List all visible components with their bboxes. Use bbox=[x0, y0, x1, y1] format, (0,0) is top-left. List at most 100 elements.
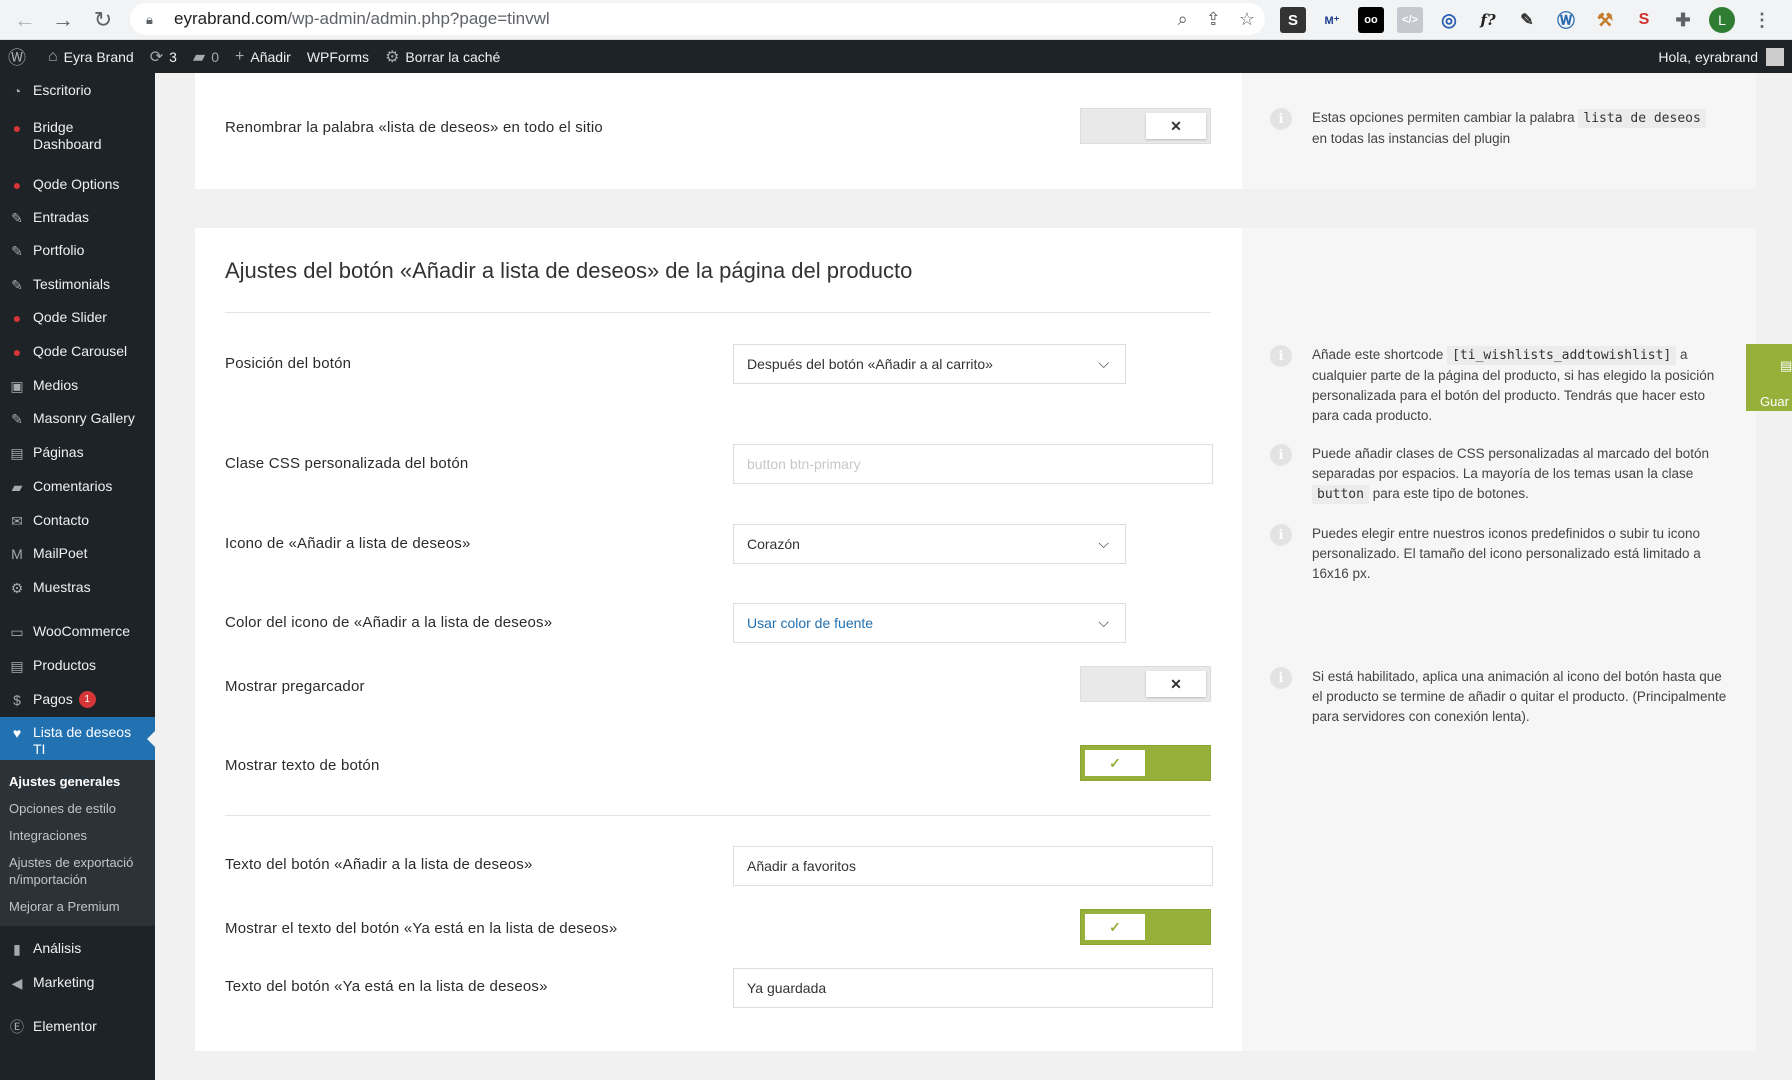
section-title: Ajustes del botón «Añadir a lista de des… bbox=[225, 258, 913, 283]
kebab-menu-icon[interactable]: ⋮ bbox=[1749, 7, 1775, 33]
bookmark-star-icon[interactable]: ☆ bbox=[1239, 9, 1255, 30]
position-label: Posición del botón bbox=[225, 355, 352, 372]
menu-escritorio[interactable]: ◔ Escritorio bbox=[0, 82, 155, 106]
menu-muestras[interactable]: ⚙ Muestras bbox=[0, 571, 155, 605]
updates-link[interactable]: ⟳ 3 bbox=[142, 40, 185, 73]
rename-toggle[interactable]: ✕ bbox=[1080, 108, 1211, 144]
cache-label: Borrar la caché bbox=[405, 48, 501, 65]
extension-oo-icon[interactable]: oo bbox=[1358, 7, 1384, 33]
share-icon[interactable]: ⇪ bbox=[1206, 9, 1221, 30]
menu-label: Páginas bbox=[33, 444, 84, 460]
forward-icon[interactable]: → bbox=[44, 1, 82, 39]
extension-m-icon[interactable]: M⁺ bbox=[1319, 7, 1345, 33]
submenu-ajustes-generales[interactable]: Ajustes generales bbox=[0, 768, 155, 795]
zoom-icon[interactable]: ⌕ bbox=[1178, 9, 1188, 30]
menu-testimonials[interactable]: ✎ Testimonials bbox=[0, 268, 155, 301]
save-button[interactable]: ▤ Guar bbox=[1746, 344, 1792, 411]
wpforms-link[interactable]: WPForms bbox=[299, 40, 377, 73]
menu-qode-slider[interactable]: ● Qode Slider bbox=[0, 301, 155, 335]
extension-s-icon[interactable]: S bbox=[1280, 7, 1306, 33]
extension-hammer-icon[interactable]: ⚒ bbox=[1592, 7, 1618, 33]
help-text: en todas las instancias del plugin bbox=[1312, 131, 1511, 146]
new-content-link[interactable]: + Añadir bbox=[227, 40, 299, 73]
menu-analisis[interactable]: ▮ Análisis bbox=[0, 932, 155, 966]
profile-avatar[interactable]: L bbox=[1709, 7, 1735, 33]
submenu-export-import[interactable]: Ajustes de exportación/importación bbox=[0, 849, 150, 893]
menu-lista-de-deseos[interactable]: ♥ Lista de deseos TI bbox=[0, 717, 155, 760]
wp-logo-icon[interactable]: Ⓦ bbox=[0, 40, 40, 73]
button-text-input[interactable]: Añadir a favoritos bbox=[733, 846, 1213, 886]
menu-portfolio[interactable]: ✎ Portfolio bbox=[0, 234, 155, 268]
menu-qode-options[interactable]: ● Qode Options bbox=[0, 168, 155, 201]
archive-icon: ▤ bbox=[10, 657, 24, 674]
menu-woocommerce[interactable]: ▭ WooCommerce bbox=[0, 615, 155, 649]
css-class-input[interactable]: button btn-primary bbox=[733, 444, 1213, 484]
clear-cache-link[interactable]: ⚙ Borrar la caché bbox=[377, 40, 508, 73]
button-text-label: Texto del botón «Añadir a la lista de de… bbox=[225, 856, 533, 873]
submenu-opciones-estilo[interactable]: Opciones de estilo bbox=[0, 795, 155, 822]
comment-icon: ▰ bbox=[192, 48, 206, 66]
pagos-badge: 1 bbox=[78, 691, 96, 708]
wpforms-label: WPForms bbox=[306, 48, 370, 65]
admin-sidebar: ◔ Escritorio ● Bridge Dashboard ● Qode Opti… bbox=[0, 73, 155, 1080]
menu-entradas[interactable]: ✎ Entradas bbox=[0, 201, 155, 234]
my-account[interactable]: Hola, eyrabrand bbox=[1658, 40, 1784, 73]
extension-target-icon[interactable]: ◎ bbox=[1436, 7, 1462, 33]
already-text-input[interactable]: Ya guardada bbox=[733, 968, 1213, 1008]
chevron-down-icon: ⌵ bbox=[1098, 355, 1109, 371]
css-code: button bbox=[1312, 485, 1369, 504]
help-text: Estas opciones permiten cambiar la palab… bbox=[1312, 110, 1575, 125]
back-icon[interactable]: ← bbox=[6, 1, 44, 39]
show-already-toggle[interactable]: ✓ bbox=[1080, 909, 1211, 945]
greeting: Hola, eyrabrand bbox=[1658, 48, 1758, 65]
updates-count: 3 bbox=[169, 48, 177, 65]
qode-icon: ● bbox=[12, 119, 22, 136]
icon-select[interactable]: Corazón ⌵ bbox=[733, 524, 1126, 564]
menu-label: Qode Carousel bbox=[33, 343, 128, 359]
menu-label: Bridge Dashboard bbox=[33, 119, 102, 152]
menu-qode-carousel[interactable]: ● Qode Carousel bbox=[0, 335, 155, 369]
dashboard-icon: ◔ bbox=[12, 82, 22, 99]
user-avatar bbox=[1766, 47, 1784, 66]
submenu-premium[interactable]: Mejorar a Premium bbox=[0, 893, 155, 920]
already-text-value: Ya guardada bbox=[747, 980, 827, 996]
position-select[interactable]: Después del botón «Añadir a al carrito» … bbox=[733, 344, 1126, 384]
menu-bridge-dashboard[interactable]: ● Bridge Dashboard bbox=[0, 119, 155, 159]
icon-color-select[interactable]: Usar color de fuente ⌵ bbox=[733, 603, 1126, 643]
woocommerce-icon: ▭ bbox=[10, 623, 24, 640]
qode-icon: ● bbox=[12, 176, 22, 193]
menu-marketing[interactable]: ◀ Marketing bbox=[0, 966, 155, 1000]
site-name-link[interactable]: ⌂ Eyra Brand bbox=[40, 40, 142, 73]
address-bar[interactable]: 🔒︎ eyrabrand.com/wp-admin/admin.php?page… bbox=[130, 3, 1265, 35]
extension-seo-icon[interactable]: S bbox=[1631, 7, 1657, 33]
menu-masonry-gallery[interactable]: ✎ Masonry Gallery bbox=[0, 402, 155, 436]
dollar-icon: $ bbox=[13, 691, 21, 708]
menu-comentarios[interactable]: ▰ Comentarios bbox=[0, 470, 155, 504]
extension-wordpress-icon[interactable]: Ⓦ bbox=[1553, 7, 1579, 33]
submenu-integraciones[interactable]: Integraciones bbox=[0, 822, 155, 849]
menu-pagos[interactable]: $ Pagos 1 bbox=[0, 683, 155, 717]
show-text-toggle[interactable]: ✓ bbox=[1080, 745, 1211, 781]
mail-icon: ✉ bbox=[11, 512, 23, 529]
extension-code-icon[interactable]: </> bbox=[1397, 7, 1423, 33]
extension-font-icon[interactable]: f? bbox=[1475, 7, 1501, 33]
browser-toolbar: ← → ↻ 🔒︎ eyrabrand.com/wp-admin/admin.ph… bbox=[0, 0, 1792, 40]
menu-label: Escritorio bbox=[33, 82, 92, 98]
menu-contacto[interactable]: ✉ Contacto bbox=[0, 504, 155, 537]
preloader-toggle[interactable]: ✕ bbox=[1080, 666, 1211, 702]
menu-mailpoet[interactable]: M MailPoet bbox=[0, 537, 155, 571]
show-already-label: Mostrar el texto del botón «Ya está en l… bbox=[225, 920, 618, 937]
menu-label: Elementor bbox=[33, 1018, 97, 1034]
puzzle-icon[interactable]: ✚ bbox=[1670, 7, 1696, 33]
menu-medios[interactable]: ▣ Medios bbox=[0, 369, 155, 402]
menu-elementor[interactable]: Ⓔ Elementor bbox=[0, 1010, 155, 1044]
chevron-down-icon: ⌵ bbox=[1098, 535, 1109, 551]
menu-label: Qode Slider bbox=[33, 309, 107, 325]
menu-productos[interactable]: ▤ Productos bbox=[0, 649, 155, 683]
help-text: Añade este shortcode bbox=[1312, 347, 1444, 362]
reload-icon[interactable]: ↻ bbox=[84, 1, 122, 39]
menu-paginas[interactable]: ▤ Páginas bbox=[0, 436, 155, 470]
extension-eyedropper-icon[interactable]: ✎ bbox=[1514, 7, 1540, 33]
updates-icon: ⟳ bbox=[149, 48, 164, 66]
comments-link[interactable]: ▰ 0 bbox=[185, 40, 227, 73]
